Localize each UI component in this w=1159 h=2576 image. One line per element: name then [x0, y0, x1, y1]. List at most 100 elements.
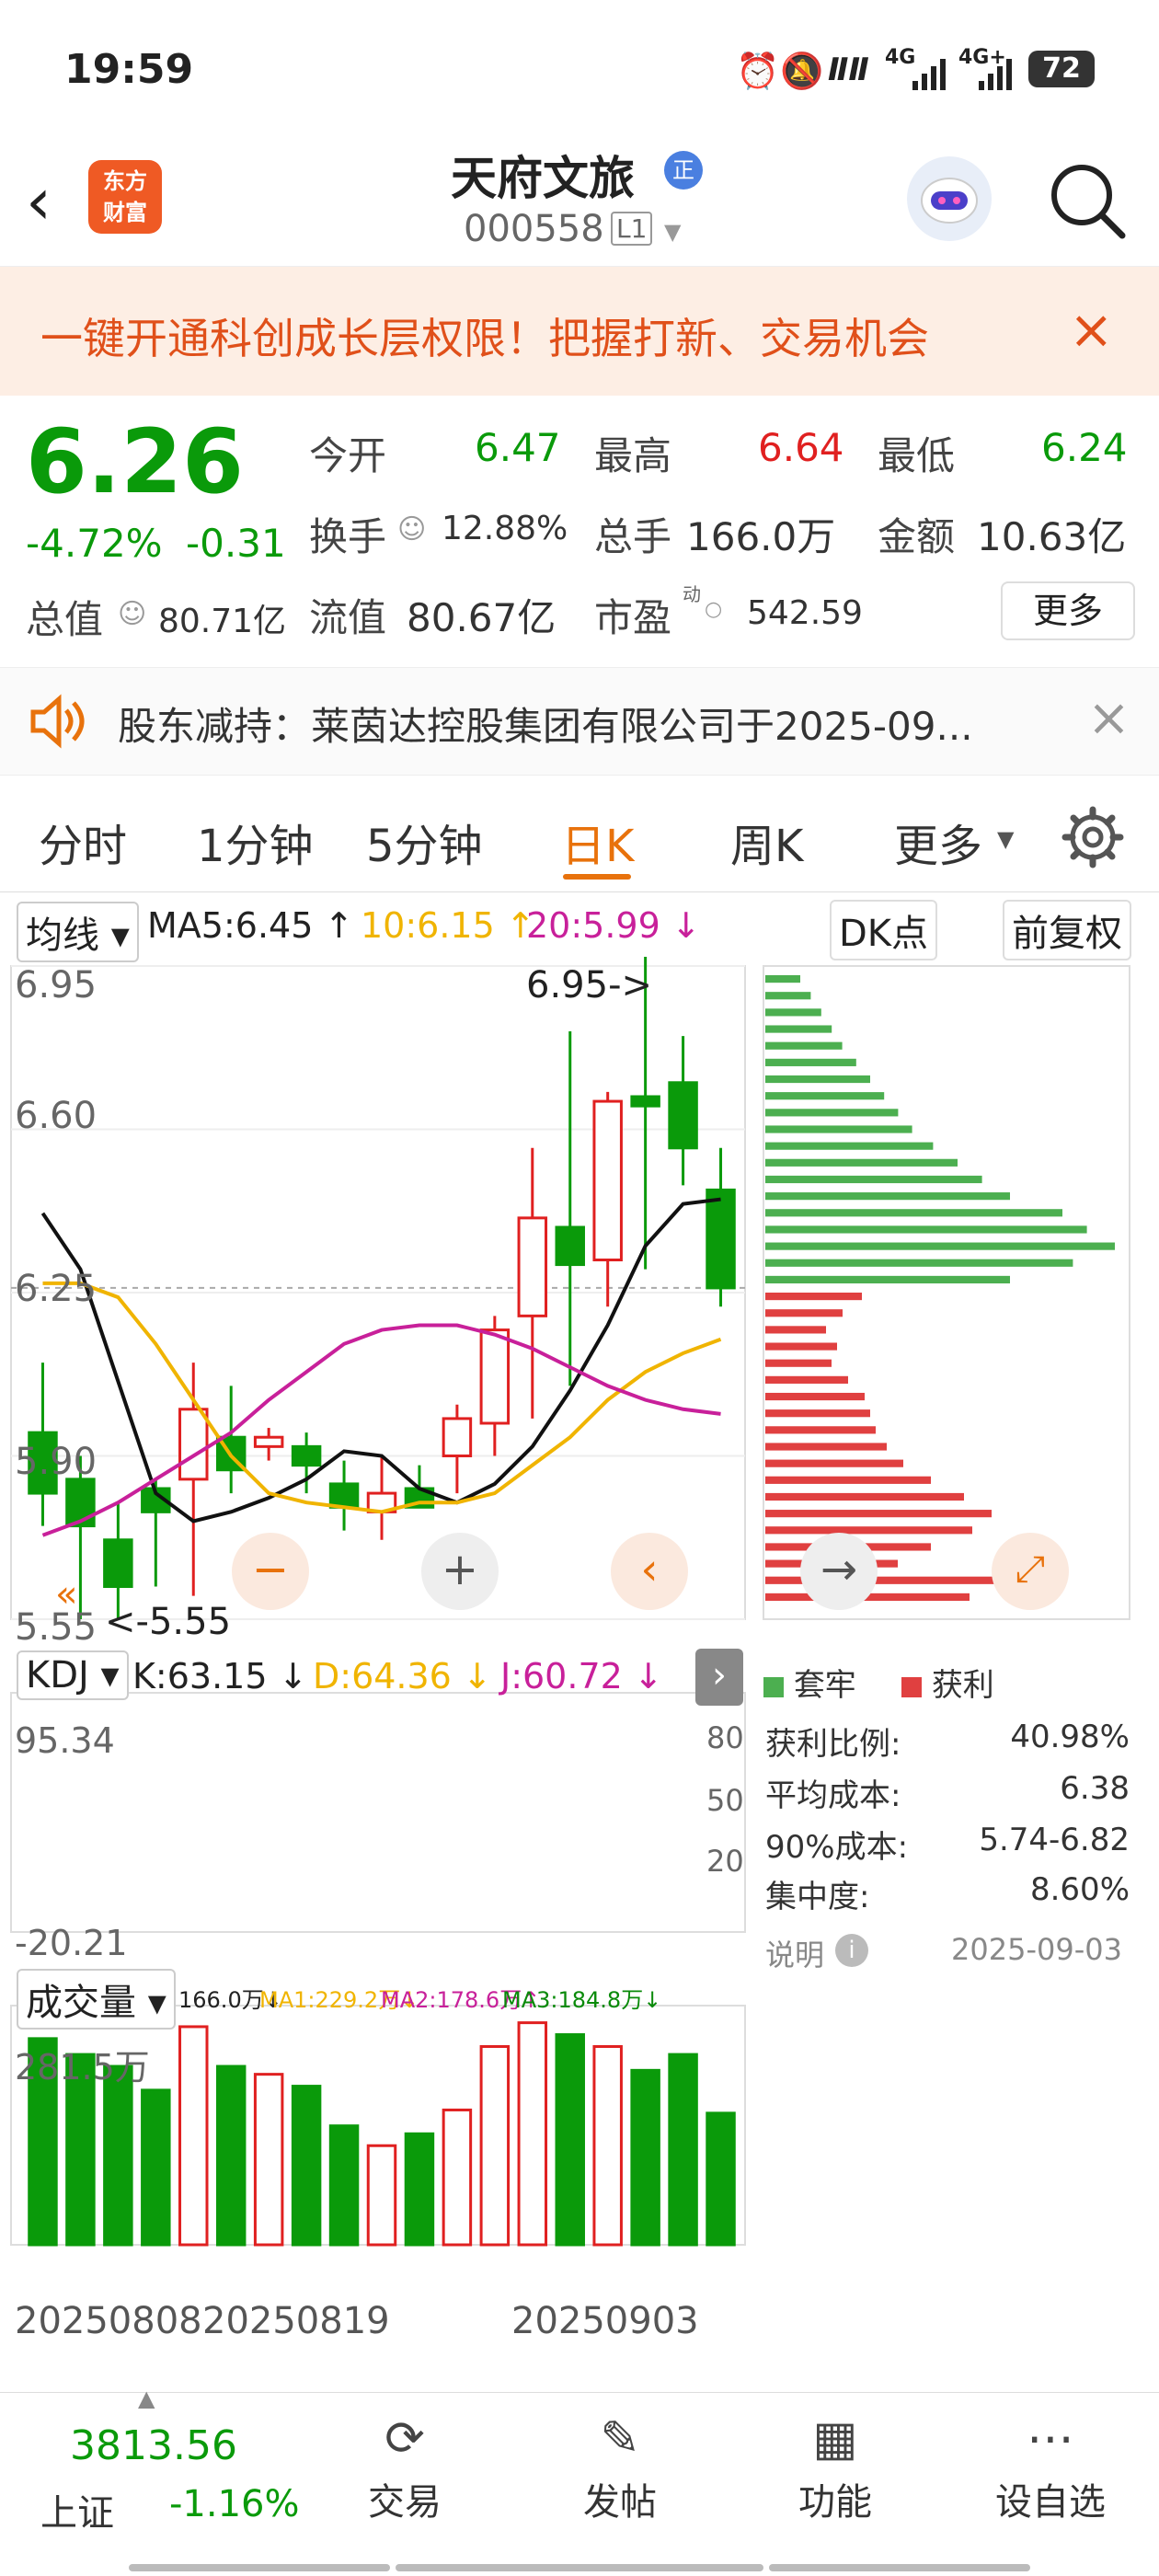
back-icon[interactable]: ‹ — [26, 164, 52, 239]
chip-bar-trapped — [765, 1158, 958, 1167]
chevron-right-icon[interactable]: › — [695, 1649, 743, 1706]
promo-text: 一键开通科创成长层权限！把握打新、交易机会 — [40, 314, 929, 363]
kdj-select[interactable]: KDJ ▾ — [17, 1650, 129, 1700]
change-pct: -4.72% — [26, 521, 163, 566]
nav-functions[interactable]: ▦ 功能 — [762, 2411, 909, 2525]
kdj-j: J:60.72 ↓ — [500, 1656, 663, 1696]
chevron-down-icon[interactable]: ▼ — [997, 826, 1014, 852]
candle-body — [630, 1095, 660, 1108]
signal2-icon — [977, 55, 1014, 96]
amount-value: 10.63亿 — [977, 514, 1127, 559]
chip-bar-trapped — [765, 1125, 912, 1133]
zoom-in-button[interactable]: + — [421, 1533, 499, 1610]
volume-value: 166.0万 — [686, 514, 836, 559]
chips-label: 90%成本: — [765, 1829, 909, 1866]
volume-label: 总手 — [594, 514, 672, 559]
dk-button[interactable]: DK点 — [830, 900, 938, 960]
info-icon[interactable]: ○ — [705, 598, 722, 621]
caret-up-icon[interactable]: ▲ — [138, 2386, 155, 2411]
fast-back-icon[interactable]: « — [55, 1573, 77, 1616]
index-change[interactable]: -1.16% — [169, 2483, 300, 2525]
chip-bar-profit — [765, 1309, 843, 1317]
notice-text: 股东减持：莱茵达控股集团有限公司于2025-09... — [118, 704, 973, 749]
scroll-left-button[interactable]: ‹ — [611, 1533, 688, 1610]
info-icon[interactable]: ☺ — [118, 598, 146, 630]
chip-bar-profit — [765, 1409, 870, 1418]
volume-bar — [630, 2068, 660, 2247]
volume-select-label: 成交量 — [26, 1982, 136, 2024]
date-label: 20250819 — [202, 2300, 390, 2342]
chip-bar-profit — [765, 1359, 832, 1367]
nav-post[interactable]: ✎ 发帖 — [546, 2411, 694, 2525]
brand-logo[interactable]: 东方 财富 — [88, 160, 162, 234]
chevron-down-icon[interactable]: ▼ — [664, 219, 681, 245]
scroll-indicator — [396, 2564, 763, 2571]
more-button[interactable]: 更多 — [1001, 581, 1135, 640]
info-icon[interactable]: ☺ — [397, 513, 426, 546]
nav-trade[interactable]: ⟳ 交易 — [331, 2411, 478, 2525]
level-badge[interactable]: L1 — [611, 212, 653, 246]
robot-avatar-icon[interactable] — [907, 156, 992, 241]
nav-watchlist[interactable]: ⋯ 设自选 — [977, 2411, 1124, 2525]
expand-icon[interactable]: ⤢ — [992, 1533, 1069, 1610]
pe-sup: 动 — [683, 583, 701, 605]
kdj-d: D:64.36 ↓ — [313, 1656, 492, 1696]
chip-bar-profit — [765, 1375, 848, 1384]
tab-weekly-k[interactable]: 周K — [730, 810, 803, 874]
chip-bar-trapped — [765, 1242, 1115, 1250]
zoom-out-button[interactable]: − — [232, 1533, 309, 1610]
tab-fenshi[interactable]: 分时 — [39, 810, 127, 874]
volume-bar — [178, 2025, 209, 2247]
speaker-icon — [28, 694, 86, 753]
chip-bar-profit — [765, 1492, 964, 1501]
tab-more[interactable]: 更多 — [894, 810, 982, 874]
chips-value: 8.60% — [1029, 1871, 1130, 1908]
chips-label: 获利比例: — [765, 1726, 901, 1763]
chips-note[interactable]: 说明 — [765, 1932, 824, 1974]
chip-bar-profit — [765, 1459, 903, 1467]
chip-bar-profit — [765, 1342, 837, 1351]
info-icon[interactable]: i — [835, 1934, 868, 1967]
arrow-right-icon[interactable]: → — [800, 1533, 878, 1610]
open-label: 今开 — [309, 433, 387, 478]
high-value: 6.64 — [758, 425, 844, 470]
volume-select[interactable]: 成交量 ▾ — [17, 1969, 176, 2030]
tab-daily-k[interactable]: 日K — [561, 810, 634, 874]
index-value[interactable]: 3813.56 — [70, 2422, 237, 2469]
chip-bar-trapped — [765, 975, 800, 983]
float-value: 80.67亿 — [407, 595, 557, 640]
active-tab-indicator — [563, 874, 631, 880]
y-label: 6.60 — [15, 1095, 98, 1137]
grid-icon: ▦ — [812, 2411, 858, 2467]
chip-bar-trapped — [765, 1225, 1087, 1234]
battery-icon: 72 — [1028, 51, 1095, 87]
tab-1min[interactable]: 1分钟 — [197, 810, 314, 874]
search-icon[interactable] — [1047, 160, 1130, 247]
restore-right-button[interactable]: 前复权 — [1003, 900, 1131, 960]
candle-body — [442, 1417, 473, 1457]
max-price-label: 6.95-> — [526, 964, 653, 1006]
more-dots-icon: ⋯ — [1027, 2411, 1074, 2467]
kdj-r20: 20 — [706, 1844, 744, 1879]
y-label: 6.95 — [15, 964, 98, 1006]
kdj-r80: 80 — [706, 1720, 744, 1755]
promo-banner[interactable]: 一键开通科创成长层权限！把握打新、交易机会 × — [0, 267, 1159, 396]
high-label: 最高 — [594, 433, 672, 478]
stock-code: 000558 — [464, 208, 604, 250]
chip-bar-trapped — [765, 1008, 821, 1017]
speed-icon: ⅡⅡ — [828, 52, 869, 88]
chips-label: 平均成本: — [765, 1777, 901, 1814]
gear-icon[interactable] — [1061, 806, 1124, 872]
chip-bar-profit — [765, 1326, 826, 1334]
kdj-bottom-label: -20.21 — [15, 1923, 128, 1963]
close-icon[interactable]: × — [1087, 688, 1130, 748]
turnover-label: 换手 — [309, 514, 387, 559]
chip-bar-trapped — [765, 1041, 843, 1050]
mute-icon: 🔕 — [780, 51, 824, 91]
notice-bar[interactable]: 股东减持：莱茵达控股集团有限公司于2025-09... × — [0, 667, 1159, 776]
volume-bar — [517, 2021, 548, 2247]
close-icon[interactable]: × — [1069, 298, 1114, 361]
tab-5min[interactable]: 5分钟 — [366, 810, 483, 874]
index-name[interactable]: 上证 — [40, 2483, 114, 2536]
ma-select[interactable]: 均线 ▾ — [17, 902, 139, 962]
